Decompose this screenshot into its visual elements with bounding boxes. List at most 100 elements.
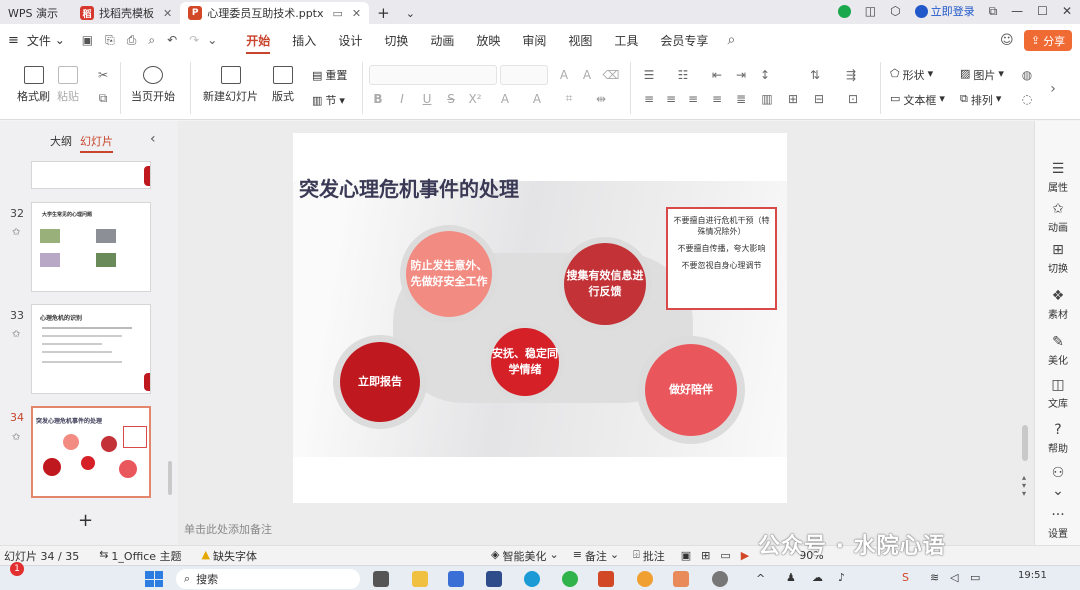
circle-report[interactable]: 立即报告 <box>333 335 427 429</box>
decrease-font-icon[interactable]: A <box>580 68 594 82</box>
canvas-scrollbar[interactable] <box>1022 425 1028 461</box>
copy-icon[interactable]: ⧉ <box>96 91 110 105</box>
sidebar-assets[interactable]: ❖ 素材 <box>1035 288 1080 321</box>
chat-icon[interactable]: ☺ <box>1000 33 1014 48</box>
increase-indent-icon[interactable]: ⇥ <box>734 68 748 82</box>
star-icon[interactable]: ✩ <box>12 227 20 238</box>
font-size-select[interactable] <box>500 65 548 85</box>
close-icon[interactable]: ✕ <box>352 7 361 20</box>
paste-button[interactable]: 粘贴 <box>57 66 79 104</box>
sidebar-help[interactable]: ? 帮助 <box>1035 422 1080 455</box>
slide-thumbnail-32[interactable]: 大学生常见的心理问题 <box>31 202 151 292</box>
numbering-icon[interactable]: ☷ <box>676 68 690 82</box>
shape-button[interactable]: ⬠ 形状 ▾ <box>890 67 933 83</box>
share-button[interactable]: ⇪ 分享 <box>1024 30 1072 51</box>
sidebar-more[interactable]: ⚇ <box>1035 465 1080 481</box>
menu-view[interactable]: 视图 <box>557 24 603 56</box>
reading-icon[interactable]: ◫ <box>865 4 876 18</box>
menu-transition[interactable]: 切换 <box>373 24 419 56</box>
comments-button[interactable]: ⌹ 批注 <box>633 548 665 564</box>
theme-indicator[interactable]: ⇆ 1_Office 主题 <box>99 548 181 564</box>
tray-qq-icon[interactable]: ♟ <box>786 571 796 584</box>
tray-cloud-icon[interactable]: ☁ <box>812 571 823 584</box>
battery-icon[interactable]: ▭ <box>970 571 980 584</box>
smart-beautify-button[interactable]: ◈ 智能美化 ⌄ <box>491 548 559 564</box>
font-name-select[interactable] <box>369 65 497 85</box>
layout-button[interactable]: 版式 <box>272 66 294 104</box>
caution-notes-box[interactable]: 不要擅自进行危机干预（特殊情况除外） 不要擅自传播，夸大影响 不要忽视自身心理调… <box>666 207 777 310</box>
outline-icon[interactable]: ◌ <box>1020 92 1034 106</box>
tray-mic-icon[interactable]: ♪ <box>838 571 845 584</box>
panel-scrollbar[interactable] <box>168 461 172 495</box>
tab-list-icon[interactable]: ⌄ <box>398 2 423 24</box>
tab-slides[interactable]: 幻灯片 <box>80 133 113 153</box>
save-icon[interactable]: ▣ <box>76 33 99 47</box>
tab-document[interactable]: P 心理委员互助技术.pptx ▭ ✕ <box>180 2 370 24</box>
missing-font-button[interactable]: ▲ 缺失字体 <box>202 548 257 564</box>
justify-icon[interactable]: ≡ <box>710 92 724 106</box>
convert-icon[interactable]: ⊡ <box>846 92 860 106</box>
sidebar-expand[interactable]: ⌄ <box>1035 483 1080 499</box>
menu-home[interactable]: 开始 <box>235 24 281 56</box>
minimize-icon[interactable]: — <box>1011 4 1023 18</box>
print-icon[interactable]: ⎙ <box>121 33 143 48</box>
menu-design[interactable]: 设计 <box>327 24 373 56</box>
store-icon[interactable] <box>448 571 464 587</box>
circle-comfort[interactable]: 安抚、稳定同学情绪 <box>486 323 564 401</box>
explorer-icon[interactable] <box>412 571 428 587</box>
menu-tools[interactable]: 工具 <box>603 24 649 56</box>
distribute-icon[interactable]: ≣ <box>734 92 748 106</box>
wifi-icon[interactable]: ≋ <box>930 571 939 584</box>
line-spacing-icon[interactable]: ↕ <box>758 68 772 82</box>
slide-thumbnail-33[interactable]: 心理危机的识别 <box>31 304 151 394</box>
search-icon[interactable]: ⌕ <box>719 32 743 48</box>
scroll-arrows-icon[interactable]: ▴ ▾ ▾ <box>1022 474 1026 498</box>
tray-expand-icon[interactable]: ^ <box>756 572 765 585</box>
play-from-current-button[interactable]: 当页开始 <box>131 66 175 104</box>
play-slideshow-icon[interactable]: ▶ <box>741 549 749 562</box>
update-icon[interactable] <box>837 4 851 18</box>
slide-title[interactable]: 突发心理危机事件的处理 <box>299 173 519 202</box>
sidebar-properties[interactable]: ☰ 属性 <box>1035 161 1080 194</box>
clock-time[interactable]: 19:51 <box>1018 570 1047 581</box>
menu-review[interactable]: 审阅 <box>511 24 557 56</box>
menu-animation[interactable]: 动画 <box>419 24 465 56</box>
close-window-icon[interactable]: ✕ <box>1062 4 1072 18</box>
align-left-icon[interactable]: ≡ <box>642 92 656 106</box>
reset-button[interactable]: ▤ 重置 <box>312 67 347 83</box>
circle-prevent-accident[interactable]: 防止发生意外、先做好安全工作 <box>400 225 498 323</box>
taskbar-search[interactable]: ⌕ 搜索 <box>176 569 360 589</box>
collapse-panel-icon[interactable]: ‹ <box>150 131 156 147</box>
sidebar-transition[interactable]: ⊞ 切换 <box>1035 242 1080 275</box>
format-painter-button[interactable]: 格式刷 <box>17 66 50 104</box>
char-spacing-icon[interactable]: ⇹ <box>594 92 608 106</box>
italic-icon[interactable]: I <box>395 92 409 106</box>
circle-accompany[interactable]: 做好陪伴 <box>637 336 745 444</box>
restore-icon[interactable]: ⧉ <box>989 4 998 19</box>
windows-start-icon[interactable] <box>145 571 163 587</box>
preview-icon[interactable]: ⌕ <box>142 33 161 48</box>
tab-wps-home[interactable]: WPS 演示 <box>0 2 66 24</box>
columns-icon[interactable]: ▥ <box>760 92 774 106</box>
app-browser-icon[interactable] <box>637 571 653 587</box>
window-icon[interactable]: ▭ <box>333 7 343 20</box>
new-tab-button[interactable]: + <box>369 2 398 24</box>
notes-placeholder[interactable]: 单击此处添加备注 <box>184 521 272 537</box>
text-direction-icon[interactable]: ⇶ <box>844 68 858 82</box>
tab-template[interactable]: 稻找稻壳模板 ✕ <box>72 2 180 24</box>
slide-thumbnail-34[interactable]: 突发心理危机事件的处理 <box>31 406 151 498</box>
bullets-icon[interactable]: ☰ <box>642 68 656 82</box>
menu-member[interactable]: 会员专享 <box>649 24 719 56</box>
vertical-align-icon[interactable]: ⊟ <box>812 92 826 106</box>
menu-insert[interactable]: 插入 <box>281 24 327 56</box>
login-button[interactable]: 立即登录 <box>914 3 975 19</box>
decrease-indent-icon[interactable]: ⇤ <box>710 68 724 82</box>
hamburger-icon[interactable]: ≡ <box>0 33 25 48</box>
arrange-button[interactable]: ⧉ 排列 ▾ <box>960 92 1001 108</box>
tab-outline[interactable]: 大纲 <box>50 133 72 149</box>
normal-view-icon[interactable]: ▣ <box>681 549 691 562</box>
app-orange-icon[interactable] <box>673 571 689 587</box>
redo-icon[interactable]: ↷ <box>183 33 205 47</box>
app-green-icon[interactable] <box>562 571 578 587</box>
export-icon[interactable]: ⎘ <box>99 33 121 48</box>
